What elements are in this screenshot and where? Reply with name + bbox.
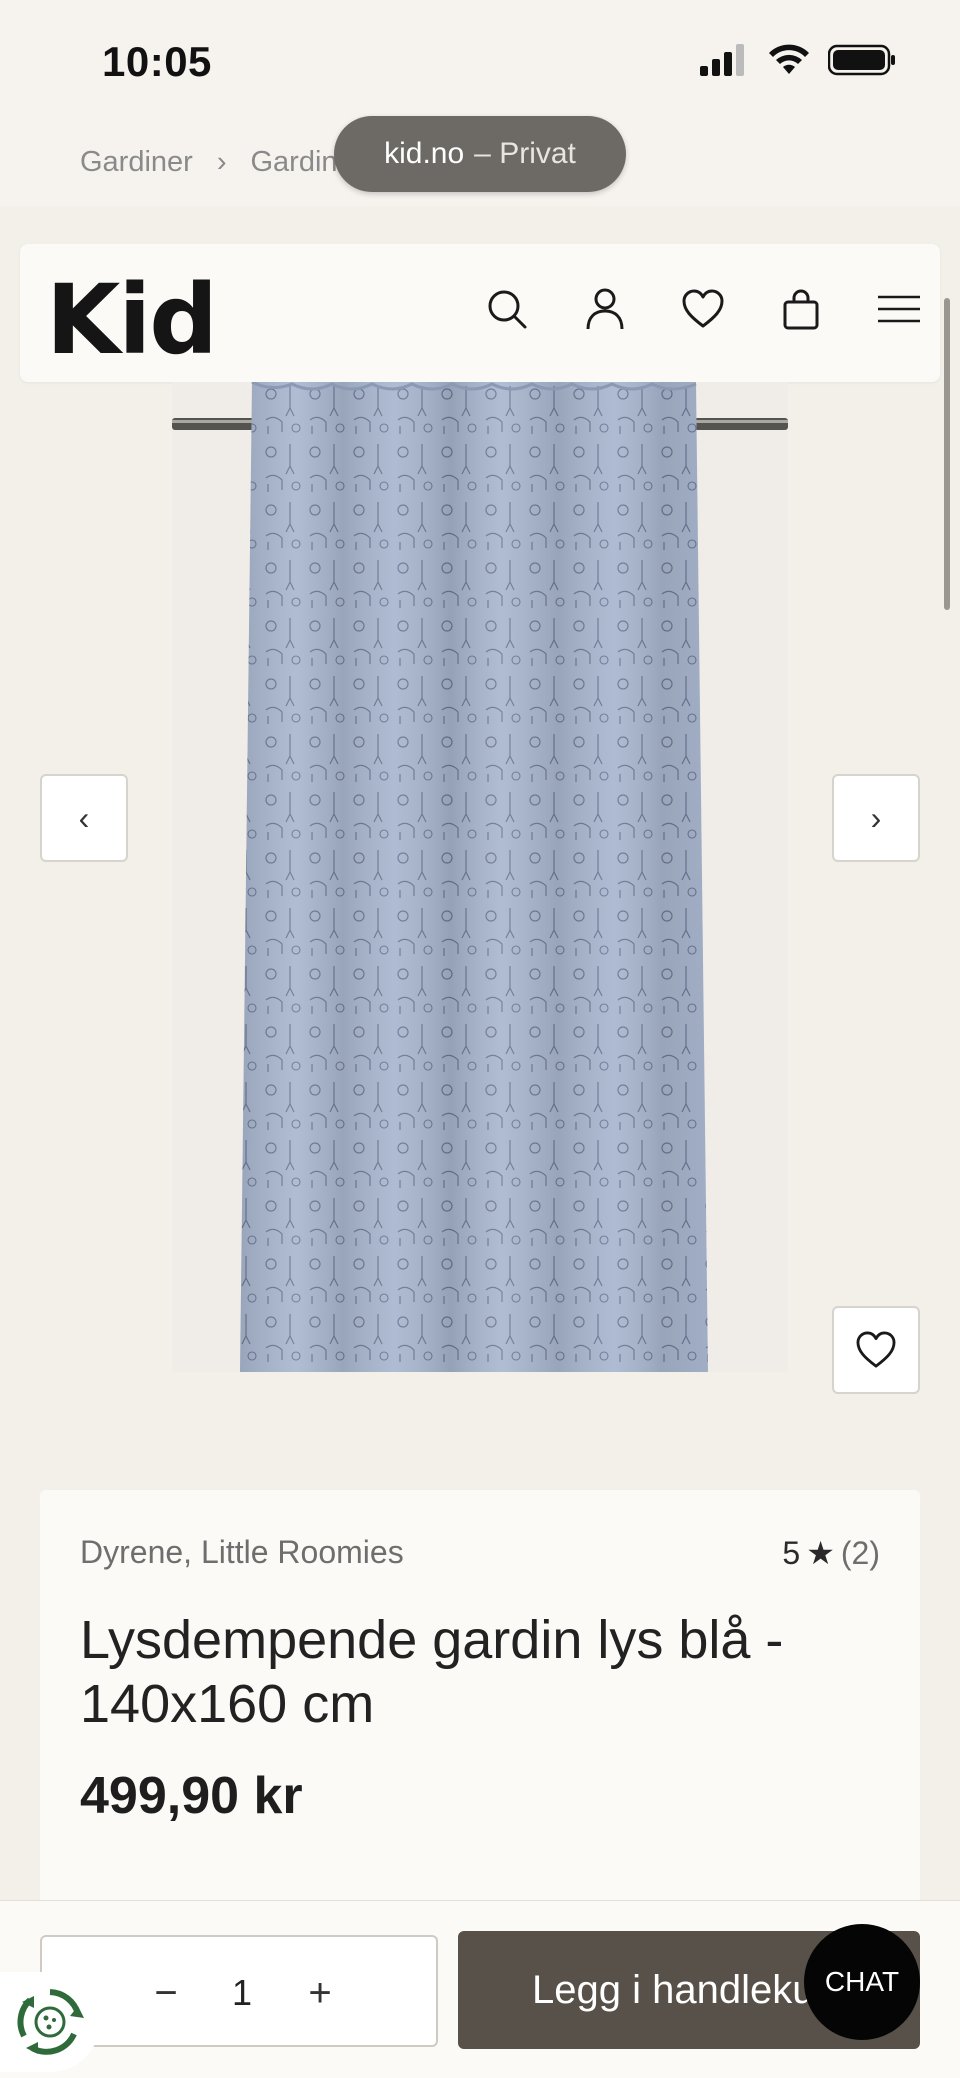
account-button[interactable] bbox=[576, 280, 634, 338]
battery-icon bbox=[828, 44, 895, 76]
chevron-left-icon: ‹ bbox=[78, 799, 90, 836]
status-icons bbox=[700, 44, 896, 76]
bag-icon bbox=[783, 289, 819, 330]
curtain-illustration bbox=[172, 380, 788, 1372]
quantity-stepper: − 1 + bbox=[40, 1935, 438, 2047]
star-icon: ★ bbox=[806, 1535, 835, 1571]
recycle-icon bbox=[17, 1989, 84, 2055]
breadcrumb-item-gardiner[interactable]: Gardiner bbox=[80, 146, 193, 179]
status-time: 10:05 bbox=[102, 38, 212, 85]
breadcrumb-separator: › bbox=[216, 146, 227, 178]
search-button[interactable] bbox=[478, 280, 536, 338]
kid-logo[interactable]: Kid bbox=[46, 264, 218, 376]
signal-icon bbox=[700, 44, 744, 76]
rating-count: (2) bbox=[840, 1534, 880, 1571]
wifi-icon bbox=[769, 44, 809, 74]
browser-url-pill[interactable]: kid.no – Privat bbox=[334, 116, 626, 192]
menu-icon bbox=[878, 295, 920, 323]
menu-button[interactable] bbox=[870, 280, 928, 338]
product-info-card: Dyrene, Little Roomies 5 ★ (2) Lysdempen… bbox=[40, 1490, 920, 1910]
quantity-increase-button[interactable]: + bbox=[292, 1965, 348, 2021]
gallery-prev-button[interactable]: ‹ bbox=[40, 774, 128, 862]
quantity-decrease-button[interactable]: − bbox=[138, 1965, 194, 2021]
gallery-next-button[interactable]: › bbox=[832, 774, 920, 862]
heart-icon bbox=[856, 1331, 896, 1368]
browser-private-mode: – Privat bbox=[474, 137, 576, 170]
recycle-badge[interactable] bbox=[0, 1972, 100, 2072]
product-image[interactable] bbox=[172, 380, 788, 1372]
site-header: Kid bbox=[20, 244, 940, 382]
product-title: Lysdempende gardin lys blå - 140x160 cm bbox=[80, 1610, 784, 1734]
product-gallery: ‹ › bbox=[0, 380, 960, 1442]
account-icon bbox=[586, 288, 624, 330]
product-price: 499,90 kr bbox=[80, 1767, 303, 1825]
search-icon bbox=[488, 290, 527, 329]
wishlist-button[interactable] bbox=[674, 280, 732, 338]
heart-icon bbox=[682, 289, 724, 328]
rating-value: 5 bbox=[782, 1534, 801, 1571]
breadcrumb: Gardiner › Gardin bbox=[80, 146, 338, 179]
chat-button[interactable]: CHAT bbox=[804, 1924, 920, 2040]
browser-domain: kid.no bbox=[384, 137, 465, 170]
breadcrumb-item-gardin[interactable]: Gardin bbox=[251, 146, 338, 179]
chevron-right-icon: › bbox=[870, 799, 882, 836]
quantity-value[interactable]: 1 bbox=[220, 1965, 264, 2021]
add-to-wishlist-button[interactable] bbox=[832, 1306, 920, 1394]
product-rating[interactable]: 5 ★ (2) bbox=[782, 1534, 880, 1572]
product-brand[interactable]: Dyrene, Little Roomies bbox=[80, 1534, 404, 1571]
cart-button[interactable] bbox=[772, 280, 830, 338]
header-icons bbox=[478, 280, 928, 338]
status-bar: 10:05 bbox=[0, 0, 960, 130]
